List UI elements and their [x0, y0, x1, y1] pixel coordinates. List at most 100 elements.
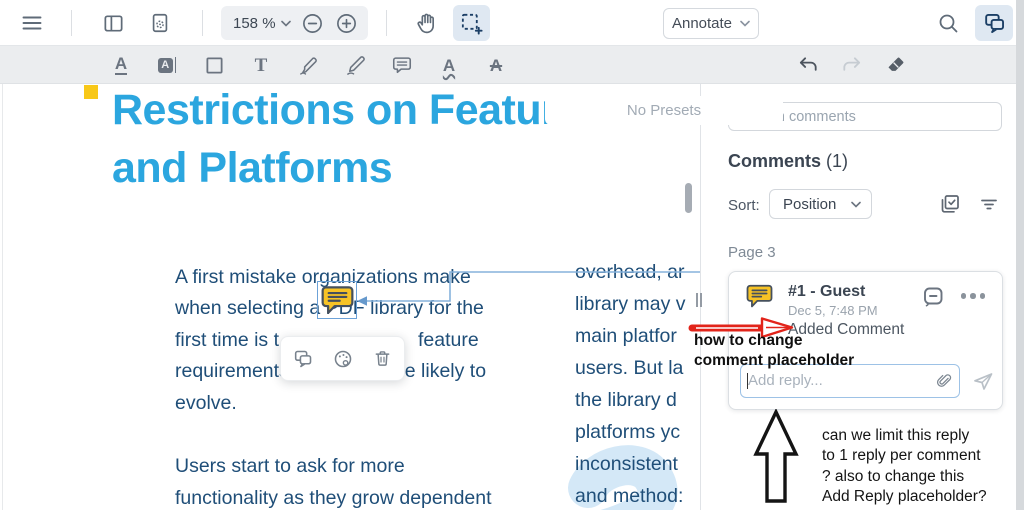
note-bubble-icon: [392, 57, 412, 74]
doc-text-line: platforms yc: [575, 421, 681, 443]
comments-icon: [984, 13, 1004, 33]
pan-tool-button[interactable]: [410, 8, 442, 38]
document-settings-button[interactable]: [146, 10, 174, 36]
presets-label: No Presets: [626, 102, 702, 119]
comment-icon: [294, 350, 312, 367]
strikeout-tool[interactable]: A: [481, 50, 511, 80]
send-reply-button[interactable]: [967, 368, 999, 394]
sidebar-panel-button[interactable]: [99, 10, 127, 36]
annotation-popup-toolbar: [280, 336, 405, 381]
note-annotation-icon: [321, 286, 353, 314]
doc-text-line: overhead, ar: [575, 261, 685, 283]
eraser-icon: [888, 57, 903, 71]
filter-comments-button[interactable]: [975, 190, 1003, 218]
collapse-bubble-icon: [924, 287, 943, 307]
heading-bullet-square: [84, 85, 98, 99]
text-underline-tool[interactable]: A: [106, 50, 136, 80]
redo-button[interactable]: [836, 50, 866, 80]
doc-text-line: first time is t: [175, 329, 280, 351]
rectangle-icon: [205, 56, 223, 74]
pdf-annotation-app: 158 % Annotate A A T A A No Presets Rest…: [0, 0, 1024, 510]
chevron-down-icon: [280, 20, 291, 27]
document-gear-icon: [152, 13, 168, 33]
undo-icon: [799, 56, 817, 71]
doc-heading-line2: and Platforms: [112, 144, 393, 192]
zoom-level-value: 158 %: [233, 14, 276, 32]
comments-title: Comments (1): [728, 151, 849, 171]
window-edge: [2, 84, 3, 510]
comment-timestamp: Dec 5, 7:48 PM: [788, 303, 878, 318]
palette-icon: [334, 350, 352, 367]
rectangle-tool[interactable]: [199, 50, 229, 80]
comments-count: (1): [826, 151, 849, 171]
note-annotation-selected[interactable]: [317, 281, 357, 319]
collapse-comment-button[interactable]: [918, 282, 948, 310]
search-button[interactable]: [933, 9, 963, 37]
doc-text-line: users. But la: [575, 357, 684, 379]
presets-bar[interactable]: No Presets: [545, 96, 783, 125]
zoom-out-button[interactable]: [297, 8, 329, 38]
squiggly-underline-tool[interactable]: A: [434, 50, 464, 80]
document-scrollbar-thumb[interactable]: [685, 183, 692, 213]
toolbar-divider: [386, 10, 387, 36]
chevron-down-icon: [740, 20, 750, 27]
zoom-out-icon: [303, 13, 322, 33]
popup-comment-button[interactable]: [292, 348, 314, 370]
ink-highlighter-tool[interactable]: [293, 50, 323, 80]
annotate-mode-dropdown[interactable]: Annotate: [663, 8, 759, 39]
doc-heading-line1: Restrictions on Features: [112, 86, 605, 134]
annotate-label: Annotate: [671, 15, 733, 32]
redact-text-tool[interactable]: A: [152, 50, 182, 80]
window-scrollbar-track[interactable]: [1016, 0, 1024, 510]
select-tool-button[interactable]: [453, 5, 490, 41]
main-menu-button[interactable]: [18, 10, 46, 36]
multi-select-icon: [941, 195, 959, 213]
comment-author: #1 - Guest: [788, 283, 866, 300]
comment-overflow-menu-button[interactable]: [955, 282, 991, 310]
highlighter-icon: [299, 56, 317, 75]
doc-text-line: the library d: [575, 389, 677, 411]
zoom-in-icon: [337, 13, 356, 33]
pen-icon: [346, 55, 365, 75]
note-tool[interactable]: [387, 50, 417, 80]
send-icon: [974, 373, 993, 390]
popup-delete-button[interactable]: [372, 348, 393, 369]
ink-pen-tool[interactable]: [340, 50, 370, 80]
doc-text-line: inconsistent: [575, 453, 678, 475]
paperclip-icon: [936, 374, 952, 387]
feedback-note-reply-limit: can we limit this reply to 1 reply per c…: [822, 427, 987, 506]
chevron-down-icon: [851, 201, 861, 208]
attach-file-button[interactable]: [934, 371, 953, 390]
sort-dropdown[interactable]: Position: [769, 189, 872, 219]
filter-icon: [981, 199, 997, 210]
toolbar-divider: [202, 10, 203, 36]
zoom-controls: 158 %: [221, 6, 368, 40]
comments-panel-button[interactable]: [975, 5, 1013, 41]
doc-text-line: evolve.: [175, 392, 237, 414]
sidebar-resize-handle[interactable]: [696, 293, 706, 309]
redact-a-icon: A: [157, 57, 177, 73]
annotation-toolbar: A A T A A No Presets: [0, 46, 1024, 125]
zoom-in-button[interactable]: [329, 8, 365, 38]
eraser-button[interactable]: [880, 50, 910, 80]
text-tool[interactable]: T: [246, 50, 276, 80]
trash-icon: [375, 351, 390, 366]
doc-text-line: main platfor: [575, 325, 677, 347]
doc-text-line: library may v: [575, 293, 686, 315]
marquee-select-icon: [461, 13, 483, 35]
sort-value: Position: [783, 195, 837, 213]
sort-label: Sort:: [728, 197, 760, 214]
undo-button[interactable]: [793, 50, 823, 80]
popup-color-button[interactable]: [332, 348, 354, 370]
document-page: Restrictions on Features and Platforms A…: [0, 84, 701, 510]
zoom-level-dropdown[interactable]: 158 %: [221, 6, 297, 40]
multi-select-comments-button[interactable]: [936, 190, 964, 218]
hand-icon: [416, 13, 434, 33]
doc-text-line: feature: [418, 329, 479, 351]
page-group-label: Page 3: [728, 244, 776, 261]
search-icon: [939, 14, 958, 33]
squiggly-a-icon: A: [442, 55, 456, 75]
split-panel-icon: [103, 14, 123, 32]
toolbar-divider: [71, 10, 72, 36]
redo-icon: [842, 56, 860, 71]
